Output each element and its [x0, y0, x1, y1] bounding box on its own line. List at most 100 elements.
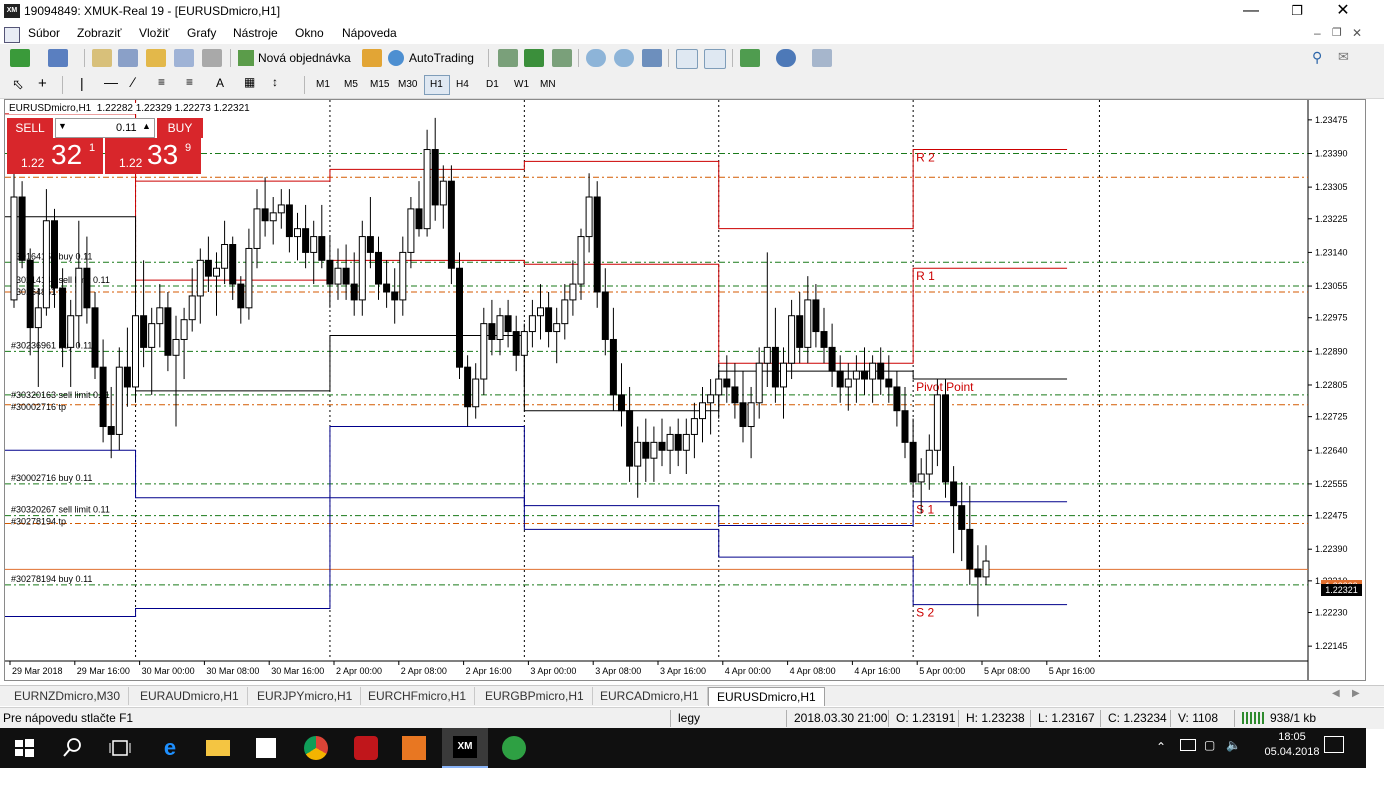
market-watch-icon[interactable]: [92, 49, 112, 67]
app-red-icon[interactable]: [354, 736, 378, 760]
price-chart[interactable]: 1.23475 1.23390 1.23305 1.23225 1.23140 1.230…: [5, 100, 1365, 680]
network-icon[interactable]: ▢: [1204, 738, 1215, 752]
tab-euraud[interactable]: EURAUDmicro,H1: [132, 687, 248, 705]
restore-button[interactable]: ❐: [1274, 0, 1320, 24]
menu-view[interactable]: Zobraziť: [77, 26, 122, 40]
arrows-icon[interactable]: ↕: [272, 75, 278, 89]
timeframe-h4[interactable]: H4: [456, 79, 469, 90]
timeframe-mn[interactable]: MN: [540, 79, 556, 90]
edge-icon[interactable]: e: [158, 736, 182, 760]
xm-taskbar-button[interactable]: XM: [442, 728, 488, 768]
app-orange-icon[interactable]: [402, 736, 426, 760]
start-icon[interactable]: [12, 736, 36, 760]
zoom-out-icon[interactable]: [614, 49, 634, 67]
lot-decrease-icon[interactable]: ▼: [58, 121, 67, 131]
menu-charts[interactable]: Grafy: [187, 26, 216, 40]
status-bar: Pre nápovedu stlačte F1 legy 2018.03.30 …: [0, 707, 1384, 729]
timeframe-m15[interactable]: M15: [370, 79, 389, 90]
chart-shift-icon[interactable]: [704, 49, 726, 69]
navigator-icon[interactable]: [146, 49, 166, 67]
zoom-in-icon[interactable]: [586, 49, 606, 67]
profiles-icon[interactable]: [48, 49, 68, 67]
periods-icon[interactable]: [776, 49, 796, 67]
notifications-icon[interactable]: [1324, 736, 1344, 753]
cursor-icon[interactable]: ⬁: [12, 76, 24, 93]
tab-eurcad[interactable]: EURCADmicro,H1: [592, 687, 708, 705]
vertical-line-icon[interactable]: |: [80, 75, 84, 91]
candle-body: [423, 149, 431, 230]
app-green-icon[interactable]: [502, 736, 526, 760]
menu-help[interactable]: Nápoveda: [342, 26, 397, 40]
candle-body: [512, 331, 520, 356]
text-icon[interactable]: A: [216, 76, 224, 90]
trendline-icon[interactable]: ∕: [132, 74, 134, 90]
sell-button[interactable]: SELL: [7, 118, 53, 138]
task-view-icon[interactable]: [108, 736, 132, 760]
crosshair-icon[interactable]: +: [38, 75, 47, 92]
close-button[interactable]: ✕: [1320, 0, 1366, 24]
tab-eurgbp[interactable]: EURGBPmicro,H1: [477, 687, 593, 705]
candle-body: [83, 267, 91, 309]
chrome-icon[interactable]: [304, 736, 328, 760]
tile-windows-icon[interactable]: [642, 49, 662, 67]
fibonacci-icon[interactable]: ≡: [186, 75, 193, 89]
metaeditor-icon[interactable]: [362, 49, 382, 67]
timeframe-m30[interactable]: M30: [398, 79, 417, 90]
battery-icon[interactable]: [1180, 739, 1196, 751]
candle-body: [196, 259, 204, 297]
mdi-close-button[interactable]: ✕: [1352, 26, 1362, 40]
timeframe-h1[interactable]: H1: [430, 79, 443, 90]
chart-header: EURUSDmicro,H1 1.22282 1.22329 1.22273 1…: [9, 103, 250, 114]
data-window-icon[interactable]: [118, 49, 138, 67]
chart-window[interactable]: 1.23475 1.23390 1.23305 1.23225 1.23140 1.230…: [4, 99, 1366, 681]
candle-body: [618, 394, 625, 412]
store-icon[interactable]: [256, 738, 276, 758]
tab-eurusd[interactable]: EURUSDmicro,H1: [708, 687, 825, 706]
tab-eurchf[interactable]: EURCHFmicro,H1: [360, 687, 476, 705]
candle-body: [917, 473, 925, 483]
new-chart-icon[interactable]: [10, 49, 30, 67]
buy-price[interactable]: 1.22 33 9: [105, 138, 201, 174]
text-label-icon[interactable]: ▦: [244, 75, 255, 89]
buy-button[interactable]: BUY: [157, 118, 203, 138]
menu-window[interactable]: Okno: [295, 26, 324, 40]
menu-insert[interactable]: Vložiť: [139, 26, 170, 40]
templates-icon[interactable]: [812, 49, 832, 67]
clock[interactable]: 18:05 05.04.2018: [1262, 731, 1322, 758]
mdi-restore-button[interactable]: ❐: [1332, 26, 1342, 39]
bar-chart-icon[interactable]: [498, 49, 518, 67]
time-tick-label: 3 Apr 00:00: [530, 666, 576, 676]
timeframe-d1[interactable]: D1: [486, 79, 499, 90]
explorer-icon[interactable]: [206, 740, 230, 756]
menu-file[interactable]: Súbor: [28, 26, 60, 40]
candle-body: [269, 212, 277, 222]
horizontal-line-icon[interactable]: —: [104, 74, 118, 90]
search-icon[interactable]: ⚲: [1312, 49, 1322, 66]
timeframe-w1[interactable]: W1: [514, 79, 529, 90]
tab-eurnzd[interactable]: EURNZDmicro,M30: [6, 687, 130, 705]
search-icon[interactable]: [60, 736, 84, 760]
indicators-icon[interactable]: [740, 49, 760, 67]
equidistant-channel-icon[interactable]: ≡: [158, 75, 165, 89]
minimize-button[interactable]: —: [1228, 0, 1274, 24]
timeframe-m5[interactable]: M5: [344, 79, 358, 90]
mdi-minimize-button[interactable]: –: [1314, 26, 1321, 40]
terminal-icon[interactable]: [174, 49, 194, 67]
tab-scroll-right-icon[interactable]: ▶: [1352, 688, 1360, 699]
tab-scroll-left-icon[interactable]: ◀: [1332, 688, 1340, 699]
tray-chevron-icon[interactable]: ⌃: [1156, 740, 1166, 754]
timeframe-m1[interactable]: M1: [316, 79, 330, 90]
volume-icon[interactable]: 🔈: [1226, 738, 1241, 752]
sell-price[interactable]: 1.22 32 1: [7, 138, 103, 174]
tab-eurjpy[interactable]: EURJPYmicro,H1: [249, 687, 362, 705]
auto-scroll-icon[interactable]: [676, 49, 698, 69]
lot-size-field[interactable]: ▼ 0.11 ▲: [55, 118, 155, 138]
connection-status-icon[interactable]: [1242, 712, 1266, 724]
child-window-icon[interactable]: [4, 27, 20, 43]
chat-icon[interactable]: ✉: [1338, 49, 1349, 65]
line-chart-icon[interactable]: [552, 49, 572, 67]
menu-tools[interactable]: Nástroje: [233, 26, 278, 40]
lot-increase-icon[interactable]: ▲: [142, 121, 151, 131]
strategy-tester-icon[interactable]: [202, 49, 222, 67]
candlestick-icon[interactable]: [524, 49, 544, 67]
